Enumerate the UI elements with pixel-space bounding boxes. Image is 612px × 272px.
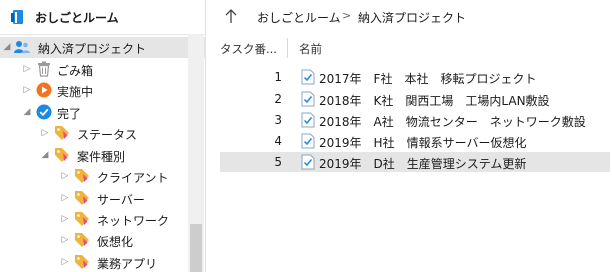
task-name: 2018年 A社 物流センター ネットワーク敷設 — [319, 115, 586, 129]
tree-item-client[interactable]: ▷ クライアント — [0, 166, 205, 187]
tree-label: 完了 — [57, 107, 82, 121]
task-number: 5 — [274, 155, 282, 169]
breadcrumb: おしごとルーム > 納入済プロジェクト — [206, 0, 612, 34]
breadcrumb-item-home[interactable]: おしごとルーム — [257, 9, 341, 26]
document-check-icon — [301, 133, 315, 149]
document-check-icon — [301, 112, 315, 128]
tree-label: ごみ箱 — [57, 64, 94, 78]
column-header-name[interactable]: 名前 — [299, 41, 322, 57]
tree-label: クライアント — [97, 171, 169, 185]
tree-label: ステータス — [77, 128, 138, 142]
tree-item-done[interactable]: ◢ 完了 — [0, 102, 205, 123]
table-row[interactable]: 4 2019年 H社 情報系サーバー仮想化 — [220, 131, 610, 151]
collapsed-arrow-icon[interactable]: ▷ — [60, 170, 70, 182]
tree-label: ネットワーク — [97, 214, 170, 228]
tree-label: サーバー — [97, 193, 145, 207]
task-number: 1 — [274, 70, 282, 84]
tree-label: 案件種別 — [77, 150, 126, 164]
tree-item-status[interactable]: ▷ ステータス — [0, 123, 205, 144]
tree-label: 業務アプリ — [97, 257, 158, 271]
collapsed-arrow-icon[interactable]: ▷ — [40, 127, 50, 139]
collapsed-arrow-icon[interactable]: ▷ — [60, 234, 70, 246]
sidebar-header: おしごとルーム — [0, 0, 205, 35]
tag-icon — [54, 147, 70, 163]
table-row[interactable]: 1 2017年 F社 本社 移転プロジェクト — [220, 67, 610, 87]
column-divider[interactable] — [287, 38, 288, 58]
trash-icon — [36, 61, 52, 77]
collapsed-arrow-icon[interactable]: ▷ — [60, 192, 70, 204]
table-row[interactable]: 3 2018年 A社 物流センター ネットワーク敷設 — [220, 110, 610, 130]
tree-item-server[interactable]: ▷ サーバー — [0, 188, 205, 209]
up-arrow-icon[interactable] — [224, 7, 238, 25]
task-name: 2019年 D社 生産管理システム更新 — [319, 157, 527, 171]
sidebar: おしごとルーム ◢ 納入済プロジェクト ▷ ごみ箱 ▷ 実施中 ◢ 完了 ▷ ス… — [0, 0, 206, 272]
collapsed-arrow-icon[interactable]: ▷ — [60, 256, 70, 268]
tag-icon — [74, 254, 90, 270]
breadcrumb-item-current[interactable]: 納入済プロジェクト — [358, 9, 466, 26]
tree-item-business-app[interactable]: ▷ 業務アプリ — [0, 252, 205, 272]
breadcrumb-separator: > — [342, 9, 352, 22]
document-check-icon — [301, 91, 315, 107]
tree-item-trash[interactable]: ▷ ごみ箱 — [0, 59, 205, 80]
tree-label: 実施中 — [57, 85, 94, 99]
sidebar-scrollbar[interactable] — [188, 34, 204, 272]
tag-icon — [74, 232, 90, 248]
column-header: タスク番... 名前 — [206, 36, 612, 60]
app-title: おしごとルーム — [35, 11, 119, 25]
expand-arrow-icon[interactable]: ◢ — [40, 149, 50, 161]
main-pane: おしごとルーム > 納入済プロジェクト タスク番... 名前 1 2017年 F… — [206, 0, 612, 272]
tag-icon — [54, 125, 70, 141]
task-name: 2017年 F社 本社 移転プロジェクト — [319, 72, 537, 86]
tree-label: 仮想化 — [97, 235, 134, 249]
task-number: 2 — [274, 92, 282, 106]
app-window: おしごとルーム ◢ 納入済プロジェクト ▷ ごみ箱 ▷ 実施中 ◢ 完了 ▷ ス… — [0, 0, 612, 272]
expand-arrow-icon[interactable]: ◢ — [22, 106, 32, 118]
document-check-icon — [301, 154, 315, 170]
tree-item-network[interactable]: ▷ ネットワーク — [0, 209, 205, 230]
scrollbar-thumb[interactable] — [190, 224, 202, 272]
collapsed-arrow-icon[interactable]: ▷ — [22, 84, 32, 96]
tree-label: 納入済プロジェクト — [38, 42, 147, 56]
expand-arrow-icon[interactable]: ◢ — [2, 41, 12, 53]
table-row[interactable]: 2 2018年 K社 関西工場 工場内LAN敷設 — [220, 89, 610, 109]
users-icon — [14, 39, 30, 55]
task-name: 2018年 K社 関西工場 工場内LAN敷設 — [319, 94, 550, 108]
document-check-icon — [301, 69, 315, 85]
tag-icon — [74, 190, 90, 206]
tree-item-delivered-projects[interactable]: ◢ 納入済プロジェクト — [0, 37, 205, 58]
play-circle-icon — [36, 82, 52, 98]
collapsed-arrow-icon[interactable]: ▷ — [22, 63, 32, 75]
tag-icon — [74, 168, 90, 184]
tree-item-virtualization[interactable]: ▷ 仮想化 — [0, 230, 205, 251]
tag-icon — [74, 211, 90, 227]
tree-item-category[interactable]: ◢ 案件種別 — [0, 145, 205, 166]
collapsed-arrow-icon[interactable]: ▷ — [60, 213, 70, 225]
tree-item-in-progress[interactable]: ▷ 実施中 — [0, 80, 205, 101]
app-logo-icon — [10, 9, 26, 25]
column-header-task-no[interactable]: タスク番... — [220, 41, 277, 57]
check-circle-icon — [36, 104, 52, 120]
task-name: 2019年 H社 情報系サーバー仮想化 — [319, 136, 527, 150]
task-number: 4 — [274, 134, 282, 148]
table-row[interactable]: 5 2019年 D社 生産管理システム更新 — [220, 152, 610, 172]
task-number: 3 — [274, 113, 282, 127]
